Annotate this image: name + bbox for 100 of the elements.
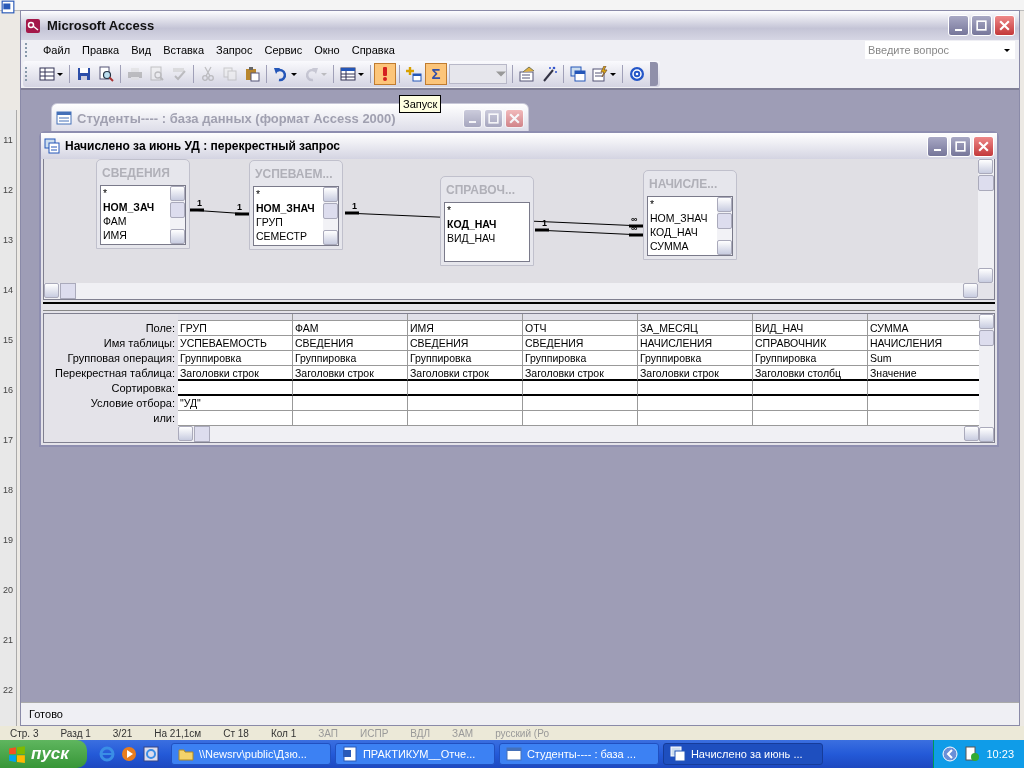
- grid-cell[interactable]: [178, 381, 293, 396]
- row-label: Сортировка:: [111, 381, 176, 396]
- grid-cell[interactable]: [408, 396, 523, 411]
- grid-cell[interactable]: Заголовки столбц: [753, 366, 868, 381]
- grid-cell[interactable]: Группировка: [293, 351, 408, 366]
- maximize-button[interactable]: [950, 135, 971, 157]
- menu-item[interactable]: Вставка: [158, 43, 209, 57]
- field-item[interactable]: КОД_НАЧ: [650, 225, 717, 240]
- browser-icon[interactable]: [142, 746, 159, 762]
- column-selector[interactable]: [868, 314, 979, 321]
- field-item[interactable]: ИМЯ: [103, 228, 170, 243]
- taskbar-button[interactable]: Студенты---- : база ...: [498, 743, 659, 765]
- column-selector[interactable]: [293, 314, 408, 321]
- column-selector[interactable]: [638, 314, 753, 321]
- vertical-scrollbar[interactable]: [979, 314, 994, 442]
- grid-cell[interactable]: СПРАВОЧНИК: [753, 336, 868, 351]
- taskbar-button[interactable]: \\Newsrv\public\Дзю...: [170, 743, 331, 765]
- horizontal-scrollbar[interactable]: [44, 283, 978, 300]
- column-selector[interactable]: [753, 314, 868, 321]
- grid-cell[interactable]: СВЕДЕНИЯ: [408, 336, 523, 351]
- grid-cell[interactable]: [408, 381, 523, 396]
- column-selector[interactable]: [178, 314, 293, 321]
- field-item[interactable]: *: [103, 186, 170, 201]
- run-button[interactable]: [374, 63, 396, 85]
- grid-cell[interactable]: ЗА_МЕСЯЦ: [638, 321, 753, 336]
- grid-cell[interactable]: Заголовки строк: [178, 366, 293, 381]
- grid-cell[interactable]: [753, 381, 868, 396]
- field-item[interactable]: ГРУП: [256, 215, 323, 230]
- grid-cell[interactable]: [753, 396, 868, 411]
- grid-cell[interactable]: Заголовки строк: [638, 366, 753, 381]
- grid-cell[interactable]: УСПЕВАЕМОСТЬ: [178, 336, 293, 351]
- database-window-button[interactable]: [567, 63, 589, 85]
- menu-item[interactable]: Справка: [346, 43, 400, 57]
- minimize-button[interactable]: [948, 15, 969, 36]
- close-button[interactable]: [973, 135, 994, 157]
- grid-cell[interactable]: [638, 381, 753, 396]
- media-player-icon[interactable]: [120, 746, 137, 762]
- grid-cell[interactable]: ГРУП: [178, 321, 293, 336]
- menu-item[interactable]: Окно: [309, 43, 345, 57]
- help-search-field[interactable]: Введите вопрос: [865, 41, 999, 59]
- totals-button[interactable]: Σ: [425, 63, 447, 85]
- scrollbar[interactable]: [717, 197, 732, 256]
- field-item[interactable]: *: [447, 203, 529, 218]
- grid-cell[interactable]: [293, 381, 408, 396]
- chevron-icon[interactable]: [942, 746, 959, 762]
- grid-cell[interactable]: Заголовки строк: [408, 366, 523, 381]
- field-item[interactable]: СЕМЕСТР: [256, 229, 323, 244]
- preview-icon: [149, 66, 165, 82]
- maximize-button[interactable]: [971, 15, 992, 36]
- pane-splitter[interactable]: [43, 302, 995, 311]
- grid-cell[interactable]: "УД": [178, 396, 293, 411]
- grid-cell[interactable]: [523, 381, 638, 396]
- grid-cell[interactable]: СВЕДЕНИЯ: [293, 336, 408, 351]
- grid-cell[interactable]: Группировка: [753, 351, 868, 366]
- scissors-icon: [200, 66, 216, 82]
- grid-cell[interactable]: НАЧИСЛЕНИЯ: [638, 336, 753, 351]
- taskbar-button[interactable]: ПРАКТИКУМ__Отче...: [334, 743, 495, 765]
- field-item[interactable]: ВИД_НАЧ: [447, 231, 529, 246]
- grid-cell[interactable]: [293, 396, 408, 411]
- taskbar-button[interactable]: Начислено за июнь ...: [662, 743, 823, 765]
- field-item[interactable]: НОМ_ЗНАЧ: [256, 201, 323, 216]
- grid-cell[interactable]: Группировка: [638, 351, 753, 366]
- field-item[interactable]: *: [256, 187, 323, 202]
- join-line[interactable]: [534, 228, 644, 237]
- horizontal-scrollbar[interactable]: [178, 426, 979, 442]
- field-item[interactable]: ФАМ: [103, 214, 170, 229]
- grid-cell[interactable]: ФАМ: [293, 321, 408, 336]
- field-item[interactable]: СУММА: [650, 239, 717, 254]
- tray-app-icon[interactable]: [964, 746, 981, 762]
- grid-cell[interactable]: ИМЯ: [408, 321, 523, 336]
- menu-item[interactable]: Вид: [126, 43, 157, 57]
- menu-item[interactable]: Запрос: [211, 43, 258, 57]
- join-line[interactable]: [189, 208, 250, 216]
- grid-cell[interactable]: ОТЧ: [523, 321, 638, 336]
- dropdown-button[interactable]: [999, 41, 1015, 59]
- grid-cell[interactable]: Группировка: [178, 351, 293, 366]
- column-selector[interactable]: [523, 314, 638, 321]
- vertical-scrollbar[interactable]: [978, 159, 994, 284]
- field-item[interactable]: НОМ_ЗНАЧ: [650, 211, 717, 226]
- field-item[interactable]: *: [650, 197, 717, 212]
- grid-cell[interactable]: СВЕДЕНИЯ: [523, 336, 638, 351]
- new-object-button[interactable]: [589, 63, 619, 85]
- grid-cell[interactable]: ВИД_НАЧ: [753, 321, 868, 336]
- field-item[interactable]: КОД_НАЧ: [447, 217, 529, 232]
- close-button[interactable]: [994, 15, 1015, 36]
- grid-cell[interactable]: Заголовки строк: [293, 366, 408, 381]
- column-selector[interactable]: [408, 314, 523, 321]
- grid-cell[interactable]: Группировка: [523, 351, 638, 366]
- grid-cell[interactable]: [638, 396, 753, 411]
- grid-cell[interactable]: Группировка: [408, 351, 523, 366]
- grid-cell[interactable]: Заголовки строк: [523, 366, 638, 381]
- grid-cell[interactable]: [523, 396, 638, 411]
- menu-item[interactable]: Сервис: [259, 43, 308, 57]
- window-title: Начислено за июнь УД : перекрестный запрос: [65, 139, 340, 154]
- minimize-button[interactable]: [927, 135, 948, 157]
- scrollbar[interactable]: [170, 186, 185, 245]
- field-item[interactable]: НОМ_ЗАЧ: [103, 200, 170, 215]
- scrollbar[interactable]: [323, 187, 338, 246]
- menu-item[interactable]: Правка: [77, 43, 125, 57]
- menu-item[interactable]: Файл: [38, 43, 76, 57]
